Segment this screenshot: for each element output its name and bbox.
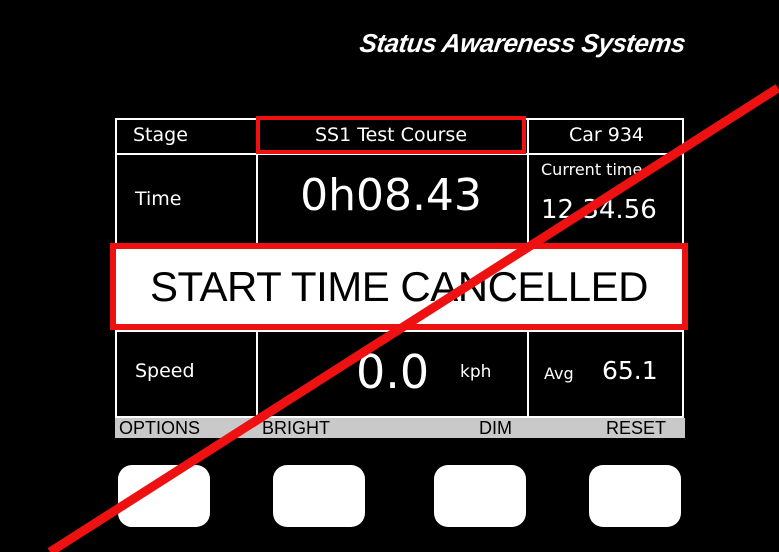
- car-number: Car 934: [568, 124, 645, 146]
- stage-name-highlight: [256, 116, 526, 154]
- speed-value: 0.0: [356, 345, 430, 399]
- avg-label: Avg: [544, 364, 574, 383]
- time-label: Time: [135, 188, 182, 210]
- softkey-bar: OPTIONS BRIGHT DIM RESET: [115, 418, 685, 438]
- row-divider-bottom: [115, 330, 684, 332]
- status-banner: START TIME CANCELLED: [110, 243, 688, 330]
- stage-label: Stage: [133, 124, 188, 146]
- softkey-options-label: OPTIONS: [119, 418, 201, 438]
- softkey-dim-label: DIM: [479, 418, 512, 438]
- brand-logo: Status Awareness Systems: [357, 28, 688, 58]
- dim-button[interactable]: [434, 465, 526, 527]
- speed-unit: kph: [460, 362, 492, 382]
- softkey-reset-label: RESET: [606, 418, 667, 438]
- current-time-label: Current time: [541, 160, 643, 179]
- bright-button[interactable]: [273, 465, 365, 527]
- softkey-bright-label: BRIGHT: [262, 418, 331, 438]
- avg-value: 65.1: [602, 356, 658, 385]
- speed-label: Speed: [135, 360, 195, 382]
- options-button[interactable]: [118, 465, 210, 527]
- current-time: 12.34.56: [541, 195, 657, 225]
- reset-button[interactable]: [589, 465, 681, 527]
- elapsed-time: 0h08.43: [300, 170, 482, 221]
